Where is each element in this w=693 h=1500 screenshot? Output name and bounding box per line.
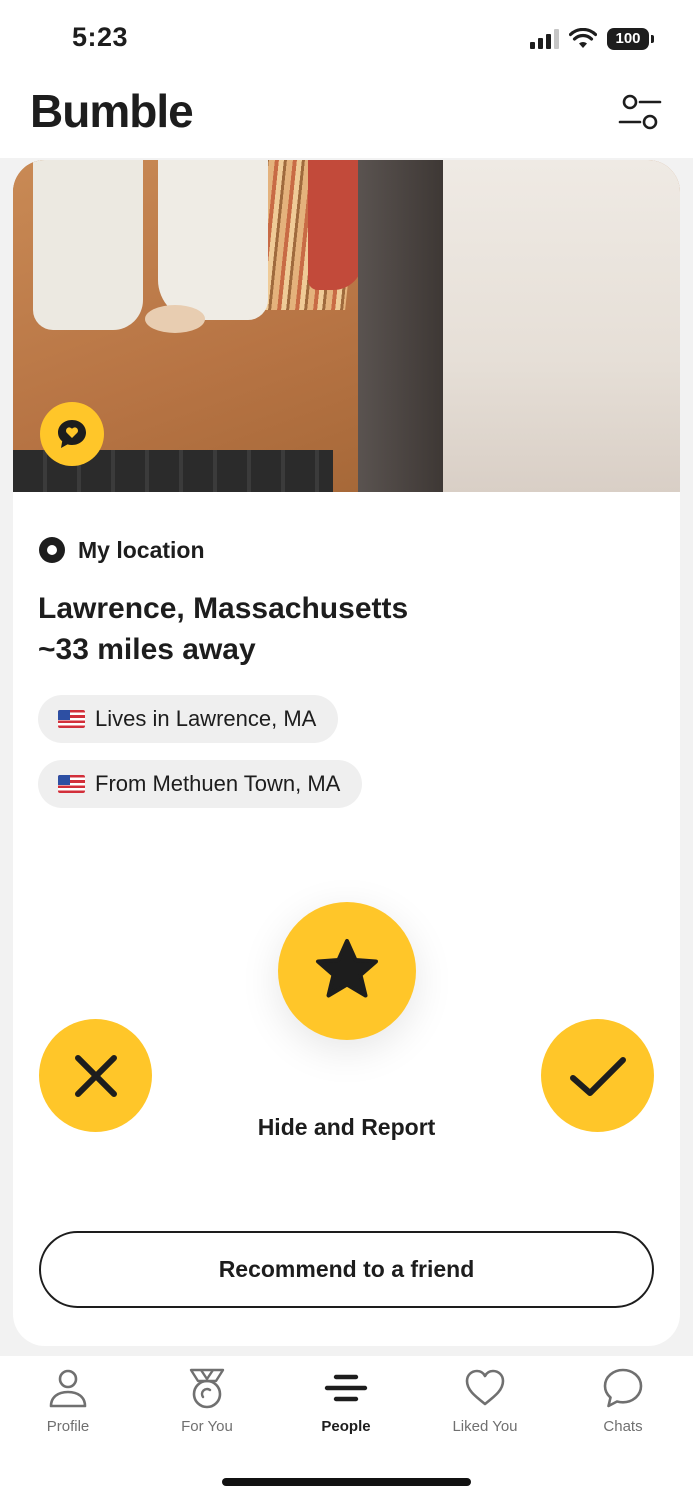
superswipe-button[interactable] — [278, 902, 416, 1040]
lives-in-chip: Lives in Lawrence, MA — [38, 695, 339, 743]
tab-chats[interactable]: Chats — [568, 1366, 678, 1446]
close-icon — [74, 1054, 117, 1097]
profile-card: My location Lawrence, Massachusetts ~33 … — [13, 160, 680, 1346]
chat-heart-icon[interactable] — [40, 402, 104, 466]
wifi-icon — [569, 28, 597, 48]
chat-bubble-icon — [603, 1368, 643, 1408]
us-flag-icon — [58, 775, 85, 793]
tab-label: For You — [181, 1418, 233, 1435]
medal-icon — [189, 1368, 225, 1409]
person-icon — [49, 1369, 87, 1408]
status-bar: 5:23 100 — [0, 0, 693, 70]
chip-text: Lives in Lawrence, MA — [95, 706, 317, 731]
filter-sliders-icon[interactable] — [614, 88, 666, 140]
tab-label: People — [321, 1418, 371, 1435]
bumble-stripes-icon — [324, 1374, 368, 1402]
tab-liked-you[interactable]: Liked You — [430, 1366, 540, 1446]
top-bar: 5:23 100 Bumble — [0, 0, 693, 158]
hide-and-report-link[interactable]: Hide and Report — [13, 1114, 680, 1141]
us-flag-icon — [58, 710, 85, 728]
status-time: 5:23 — [72, 22, 129, 52]
recommend-to-friend-button[interactable]: Recommend to a friend — [39, 1231, 654, 1308]
brand-logo: Bumble — [30, 85, 194, 137]
tab-people[interactable]: People — [291, 1366, 401, 1446]
tab-label: Profile — [46, 1418, 90, 1435]
status-icons: 100 — [530, 26, 654, 52]
battery-icon: 100 — [607, 28, 654, 50]
tab-for-you[interactable]: For You — [152, 1366, 262, 1446]
location-place: Lawrence, Massachusetts ~33 miles away — [38, 588, 408, 670]
check-icon — [569, 1056, 626, 1096]
tab-label: Chats — [603, 1418, 643, 1435]
location-label: My location — [78, 536, 205, 563]
profile-photo[interactable] — [13, 160, 680, 492]
place-distance: ~33 miles away — [38, 633, 256, 666]
from-chip: From Methuen Town, MA — [38, 760, 363, 808]
tab-label: Liked You — [452, 1418, 518, 1435]
cellular-signal-icon — [530, 29, 559, 49]
heart-icon — [465, 1369, 505, 1406]
home-indicator[interactable] — [222, 1478, 471, 1486]
location-header: My location — [38, 536, 205, 564]
location-pin-icon — [39, 537, 65, 563]
star-icon — [316, 939, 378, 998]
chip-text: From Methuen Town, MA — [95, 771, 341, 796]
place-city: Lawrence, Massachusetts — [38, 592, 409, 625]
tab-profile[interactable]: Profile — [13, 1366, 123, 1446]
